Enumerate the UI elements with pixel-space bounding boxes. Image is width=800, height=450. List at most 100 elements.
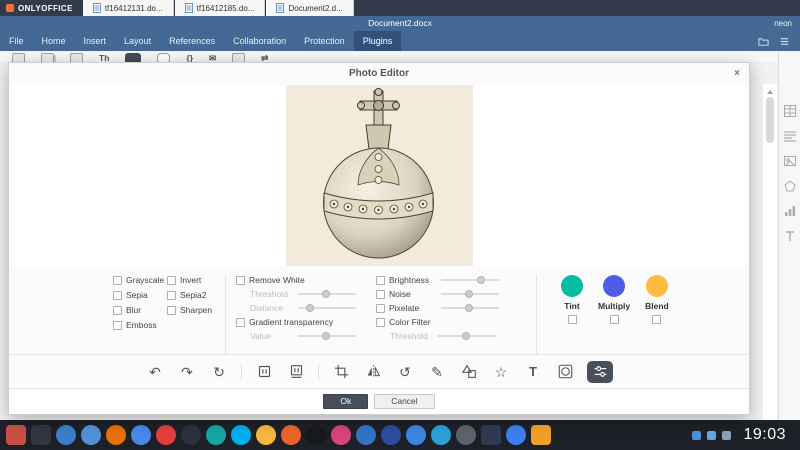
gradient-transparency-checkbox[interactable] <box>236 318 245 327</box>
blue-app-icon[interactable] <box>406 425 426 445</box>
file-manager-icon[interactable] <box>56 425 76 445</box>
opera-icon[interactable] <box>156 425 176 445</box>
filter-invert[interactable]: Invert <box>167 275 215 285</box>
dark-blue-app-icon[interactable] <box>481 425 501 445</box>
filter-noise[interactable]: Noise <box>376 289 526 299</box>
blue-k-app-icon[interactable] <box>356 425 376 445</box>
macros-button[interactable]: {} <box>186 53 193 62</box>
paste-icon[interactable] <box>12 53 25 62</box>
filter-sepia[interactable]: Sepia <box>113 290 167 300</box>
brightness-slider[interactable] <box>441 279 499 281</box>
taskbar-clock[interactable]: 19:03 <box>737 426 794 444</box>
chart-settings-icon[interactable] <box>784 205 796 217</box>
orange-app-icon[interactable] <box>281 425 301 445</box>
translator-icon[interactable] <box>70 53 83 62</box>
photo-editor-button-active[interactable] <box>125 53 141 62</box>
gray-app-icon[interactable] <box>456 425 476 445</box>
filter-blur[interactable]: Blur <box>113 305 167 315</box>
close-icon[interactable]: × <box>734 63 740 85</box>
document-tab-3-active[interactable]: Document2.d... <box>266 0 353 16</box>
red-pink-app-icon[interactable] <box>331 425 351 445</box>
collapse-toolbar-icon[interactable] <box>779 36 790 47</box>
image-settings-icon[interactable] <box>784 155 796 167</box>
scrollbar[interactable] <box>763 84 777 420</box>
sepia-checkbox[interactable] <box>113 291 122 300</box>
delete-all-icon[interactable] <box>286 362 306 382</box>
filter-grayscale[interactable]: Grayscale <box>113 275 167 285</box>
sync-icon[interactable]: ⇄ <box>261 53 268 62</box>
brightness-checkbox[interactable] <box>376 276 385 285</box>
skype-icon[interactable] <box>231 425 251 445</box>
cancel-button[interactable]: Cancel <box>374 394 434 409</box>
remove-white-checkbox[interactable] <box>236 276 245 285</box>
draw-icon[interactable]: ✎ <box>427 362 447 382</box>
blend-checkbox[interactable] <box>652 315 661 324</box>
rotate-icon[interactable]: ↺ <box>395 362 415 382</box>
black-app-icon[interactable] <box>306 425 326 445</box>
filter-sharpen[interactable]: Sharpen <box>167 305 215 315</box>
reset-icon[interactable]: ↻ <box>209 362 229 382</box>
copy-icon[interactable] <box>41 53 54 62</box>
chromium-icon[interactable] <box>131 425 151 445</box>
color-filter-threshold-slider[interactable] <box>438 335 496 337</box>
multiply-checkbox[interactable] <box>610 315 619 324</box>
menu-references[interactable]: References <box>160 31 224 51</box>
ocr-icon[interactable] <box>232 53 245 62</box>
orb-image[interactable] <box>286 85 473 266</box>
filter-remove-white[interactable]: Remove White <box>236 275 376 285</box>
dark-app-icon[interactable] <box>181 425 201 445</box>
paragraph-settings-icon[interactable] <box>784 130 796 142</box>
menu-file[interactable]: File <box>0 31 33 51</box>
pixelate-slider[interactable] <box>441 307 499 309</box>
mail-merge-icon[interactable]: ✉ <box>209 53 216 62</box>
blur-checkbox[interactable] <box>113 306 122 315</box>
remove-white-distance-slider[interactable] <box>298 307 356 309</box>
ok-button[interactable]: Ok <box>323 394 368 409</box>
noise-checkbox[interactable] <box>376 290 385 299</box>
menu-insert[interactable]: Insert <box>75 31 116 51</box>
star-icon[interactable]: ☆ <box>491 362 511 382</box>
yellow-app-icon[interactable] <box>256 425 276 445</box>
scrollbar-thumb[interactable] <box>766 97 774 143</box>
menu-protection[interactable]: Protection <box>295 31 354 51</box>
grayscale-checkbox[interactable] <box>113 276 122 285</box>
crop-icon[interactable] <box>331 362 351 382</box>
firefox-icon[interactable] <box>106 425 126 445</box>
filter-pixelate[interactable]: Pixelate <box>376 303 526 313</box>
pixelate-checkbox[interactable] <box>376 304 385 313</box>
document-tab-2[interactable]: tf16412185.do... <box>175 0 266 16</box>
terminal-icon[interactable] <box>31 425 51 445</box>
menu-plugins[interactable]: Plugins <box>354 31 402 51</box>
redo-icon[interactable]: ↷ <box>177 362 197 382</box>
gradient-value-slider[interactable] <box>298 335 356 337</box>
textart-settings-icon[interactable] <box>784 230 796 242</box>
color-filter-checkbox[interactable] <box>376 318 385 327</box>
shape-icon[interactable] <box>459 362 479 382</box>
shape-settings-icon[interactable] <box>784 180 796 192</box>
mask-icon[interactable] <box>555 362 575 382</box>
menu-home[interactable]: Home <box>33 31 75 51</box>
telegram-icon[interactable] <box>431 425 451 445</box>
navy-app-icon[interactable] <box>381 425 401 445</box>
flip-icon[interactable] <box>363 362 383 382</box>
stack-app-icon[interactable] <box>531 425 551 445</box>
menu-collaboration[interactable]: Collaboration <box>224 31 295 51</box>
document-tab-1[interactable]: tf16412131.do... <box>83 0 174 16</box>
undo-icon[interactable]: ↶ <box>145 362 165 382</box>
app-launcher-icon[interactable] <box>6 425 26 445</box>
menu-layout[interactable]: Layout <box>115 31 160 51</box>
blend-swatch[interactable] <box>646 275 668 297</box>
multiply-swatch[interactable] <box>603 275 625 297</box>
filter-gradient-transparency[interactable]: Gradient transparency <box>236 317 376 327</box>
invert-checkbox[interactable] <box>167 276 176 285</box>
filter-brightness[interactable]: Brightness <box>376 275 526 285</box>
remove-white-threshold-slider[interactable] <box>298 293 356 295</box>
delete-icon[interactable] <box>254 362 274 382</box>
text-editor-icon[interactable] <box>81 425 101 445</box>
open-file-location-icon[interactable] <box>758 36 769 47</box>
thesaurus-button[interactable]: Th <box>99 53 109 62</box>
emboss-checkbox[interactable] <box>113 321 122 330</box>
tray-volume-icon[interactable] <box>707 431 716 440</box>
filter-icon-active[interactable] <box>587 361 613 383</box>
communication-icon[interactable] <box>157 53 170 62</box>
